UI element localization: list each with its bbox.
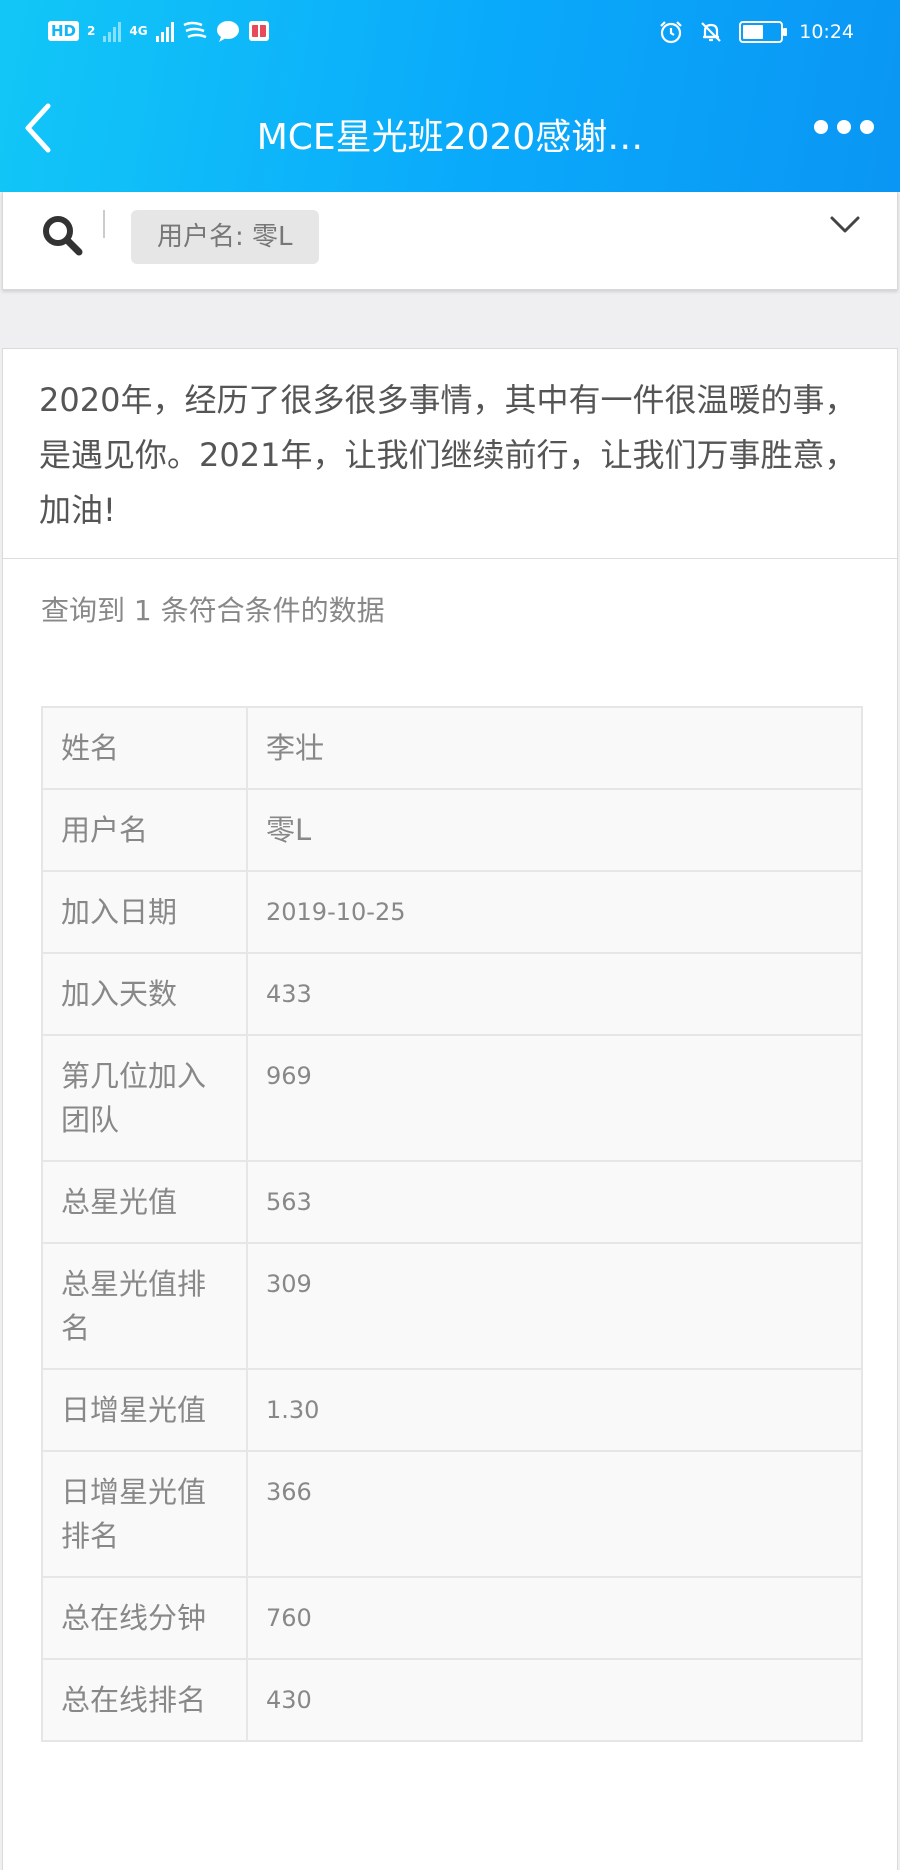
row-label: 总星光值排名	[41, 1242, 248, 1370]
row-label: 用户名	[41, 788, 248, 872]
table-row: 加入天数 433	[41, 952, 863, 1036]
network-label: 4G	[129, 23, 148, 38]
hd-sub: 2	[87, 23, 96, 38]
row-label: 日增星光值	[41, 1368, 248, 1452]
page-title: MCE星光班2020感谢…	[256, 117, 644, 158]
battery-level	[743, 25, 764, 39]
signal-icon	[103, 20, 122, 42]
table-row: 总星光值 563	[41, 1160, 863, 1244]
result-card: 2020年，经历了很多很多事情，其中有一件很温暖的事，是遇见你。2021年，让我…	[2, 348, 898, 1870]
row-value: 969	[246, 1034, 863, 1162]
search-divider	[103, 210, 105, 238]
table-row: 用户名 零L	[41, 788, 863, 872]
result-table: 姓名 李壮 用户名 零L 加入日期 2019-10-25 加入天数 433 第几位加入团队 969…	[41, 706, 863, 1742]
row-label: 总在线分钟	[41, 1576, 248, 1660]
reader-icon	[248, 21, 269, 41]
row-value: 433	[246, 952, 863, 1036]
table-row: 姓名 李壮	[41, 706, 863, 790]
dot	[860, 120, 874, 134]
hd-badge: HD	[48, 21, 80, 41]
nav-bar: MCE星光班2020感谢…	[0, 90, 900, 170]
row-label: 第几位加入团队	[41, 1034, 248, 1162]
search-icon[interactable]	[39, 212, 87, 260]
table-row: 总在线排名 430	[41, 1658, 863, 1742]
row-label: 姓名	[41, 706, 248, 790]
dot	[837, 120, 851, 134]
mute-icon	[701, 22, 722, 42]
status-left: HD 2 4G	[48, 20, 270, 42]
result-count: 查询到 1 条符合条件的数据	[41, 594, 385, 627]
intro-text: 2020年，经历了很多很多事情，其中有一件很温暖的事，是遇见你。2021年，让我…	[3, 349, 897, 559]
row-label: 加入天数	[41, 952, 248, 1036]
filter-chip[interactable]: 用户名: 零L	[131, 210, 319, 264]
wechat-icon	[183, 21, 207, 39]
status-bar: HD 2 4G 10:24	[0, 0, 900, 66]
table-row: 加入日期 2019-10-25	[41, 870, 863, 954]
row-label: 总星光值	[41, 1160, 248, 1244]
row-value: 760	[246, 1576, 863, 1660]
table-row: 日增星光值排名 366	[41, 1450, 863, 1578]
alarm-icon	[660, 21, 683, 44]
table-row: 日增星光值 1.30	[41, 1368, 863, 1452]
clock: 10:24	[799, 21, 854, 43]
status-right: 10:24	[659, 20, 854, 44]
row-value: 2019-10-25	[246, 870, 863, 954]
row-value: 李壮	[246, 706, 863, 790]
table-row: 总星光值排名 309	[41, 1242, 863, 1370]
back-arrow-icon[interactable]	[18, 100, 58, 156]
chevron-down-icon[interactable]	[829, 214, 861, 236]
row-value: 零L	[246, 788, 863, 872]
row-label: 加入日期	[41, 870, 248, 954]
row-value: 1.30	[246, 1368, 863, 1452]
row-value: 309	[246, 1242, 863, 1370]
message-icon	[216, 21, 239, 42]
table-row: 总在线分钟 760	[41, 1576, 863, 1660]
row-value: 430	[246, 1658, 863, 1742]
search-bar: 用户名: 零L	[2, 192, 898, 290]
row-label: 总在线排名	[41, 1658, 248, 1742]
row-value: 563	[246, 1160, 863, 1244]
dot	[814, 120, 828, 134]
row-value: 366	[246, 1450, 863, 1578]
battery-icon	[739, 21, 788, 43]
signal-icon-2	[155, 20, 174, 42]
more-dots-icon[interactable]	[814, 120, 874, 134]
row-label: 日增星光值排名	[41, 1450, 248, 1578]
table-row: 第几位加入团队 969	[41, 1034, 863, 1162]
